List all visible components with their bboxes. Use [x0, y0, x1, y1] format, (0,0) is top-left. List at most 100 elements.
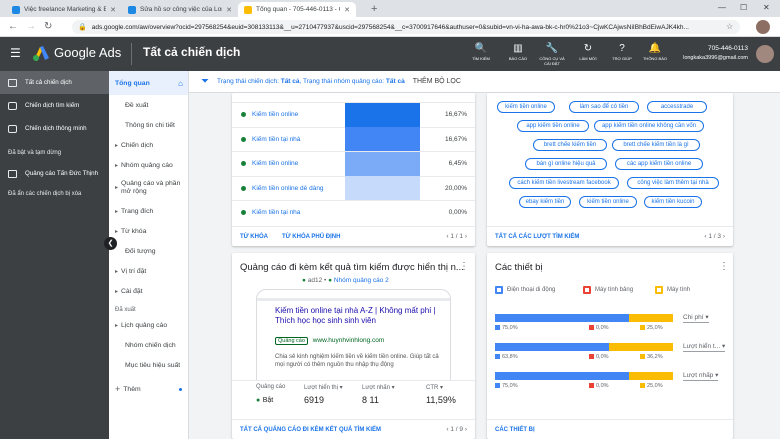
page-menu-item[interactable]: Nhóm chiến dịch	[109, 335, 188, 355]
next-page-icon[interactable]: ›	[723, 233, 725, 240]
page-menu-item[interactable]: Mục tiêu hiệu suất	[109, 355, 188, 375]
keyword-text[interactable]: Kiếm tiền online	[252, 111, 344, 118]
page-menu-item[interactable]: ▸ Cài đặt	[109, 281, 188, 301]
address-bar[interactable]: 🔒 ads.google.com/aw/overview?ocid=297568…	[72, 20, 740, 34]
ad-name[interactable]: ad12	[308, 277, 322, 284]
keywords-link[interactable]: TỪ KHÓA	[240, 234, 268, 240]
hidden-removed-label[interactable]: Đã ẩn các chiến dịch bị xóa	[0, 185, 109, 203]
search-term-chip[interactable]: làm sao để có tiền	[569, 101, 639, 113]
device-metric-selector[interactable]: Lượt nhấp ▾	[683, 371, 719, 381]
page-menu-item[interactable]: Đối tượng	[109, 241, 188, 261]
device-metric-selector[interactable]: Lượt hiển t... ▾	[683, 342, 726, 352]
reports-button[interactable]: ▥ BÁO CÁO	[505, 43, 531, 62]
page-menu-label: Tổng quan	[115, 79, 150, 87]
page-menu-item[interactable]: Thông tin chi tiết	[109, 115, 188, 135]
wrench-button[interactable]: 🔧 CÔNG CỤ VÀ CÀI ĐẶT	[539, 43, 565, 66]
search-term-chip[interactable]: accesstrade	[647, 101, 707, 113]
status-dot-icon	[241, 210, 246, 215]
bookmark-star-icon[interactable]: ☆	[726, 22, 733, 31]
search-term-chip[interactable]: các app kiếm tiền online	[615, 158, 703, 170]
campaign-nav-item[interactable]: Tất cả chiến dịch	[0, 71, 109, 94]
add-filter-button[interactable]: THÊM BỘ LỌC	[413, 78, 461, 85]
page-menu-item[interactable]: ▸ Vị trí đặt	[109, 261, 188, 281]
stat-impressions[interactable]: Lượt hiển thị ▾ 6919	[304, 384, 343, 405]
account-info[interactable]: 705-446-0113 longkaka3996@gmail.com	[676, 45, 748, 61]
stat-clicks[interactable]: Lượt nhấn ▾ 8 11	[362, 384, 395, 405]
search-term-chip[interactable]: công việc làm thêm tại nhà	[627, 177, 719, 189]
page-menu-item[interactable]: Đề xuất	[109, 95, 188, 115]
all-search-ads-link[interactable]: TẤT CẢ QUẢNG CÁO ĐI KÈM KẾT QUẢ TÌM KIẾM	[240, 427, 381, 433]
keyword-text[interactable]: Kiếm tiền online	[252, 160, 344, 167]
collapse-nav-icon[interactable]: ❮	[104, 237, 117, 250]
tab-close-icon[interactable]: ✕	[226, 6, 232, 14]
ad-headline[interactable]: Kiếm tiền online tại nhà A-Z | Không mất…	[275, 306, 443, 326]
browser-tab[interactable]: Việc freelance Marketing & Bán h✕	[6, 2, 122, 17]
all-search-terms-link[interactable]: TẤT CẢ CÁC LƯỢT TÌM KIẾM	[495, 234, 579, 240]
next-page-icon[interactable]: ›	[465, 233, 467, 240]
page-menu-item[interactable]: ▸ Chiến dịch	[109, 135, 188, 155]
negative-keywords-link[interactable]: TỪ KHÓA PHỦ ĐỊNH	[282, 234, 340, 240]
search-term-chip[interactable]: brett chếe kiếm tiền là gì	[612, 139, 700, 151]
prev-page-icon[interactable]: ‹	[446, 426, 448, 433]
search-term-chip[interactable]: kiếm tiền online	[579, 196, 637, 208]
page-menu-item[interactable]: ▸ Lịch quảng cáo	[109, 315, 188, 335]
filter-icon[interactable]: ⏷	[201, 76, 209, 87]
page-menu-item[interactable]: ▸ Trang đích	[109, 201, 188, 221]
more-options-icon[interactable]: ⋮	[719, 261, 729, 272]
tab-close-icon[interactable]: ✕	[344, 6, 350, 14]
account-email: longkaka3996@gmail.com	[683, 55, 748, 61]
search-term-chip[interactable]: bán gì online hiệu quả	[525, 158, 607, 170]
header-button-label: TRỢ GIÚP	[612, 56, 632, 61]
search-term-chip[interactable]: kiếm tiền kucoin	[644, 196, 702, 208]
forward-arrow-icon[interactable]: →	[26, 21, 36, 32]
search-term-chip[interactable]: brett chếe kiếm tiền	[533, 139, 607, 151]
prev-page-icon[interactable]: ‹	[704, 233, 706, 240]
search-term-chip[interactable]: app kiếm tiền online không cần vốn	[594, 120, 704, 132]
page-menu-item[interactable]: Tổng quan ⌂	[109, 71, 188, 95]
keyword-text[interactable]: Kiếm tiền online dễ dàng	[252, 185, 344, 192]
browser-toolbar: ← → ↻ 🔒 ads.google.com/aw/overview?ocid=…	[0, 17, 780, 37]
stat-ctr[interactable]: CTR ▾ 11,59%	[426, 384, 456, 405]
page-menu-item[interactable]: ▸ Quảng cáo và phần mở rộng	[109, 175, 188, 201]
new-tab-icon[interactable]: +	[371, 3, 377, 15]
ad-group-name[interactable]: Nhóm quảng cáo 2	[334, 277, 389, 284]
refresh-button[interactable]: ↻ LÀM MỚI	[575, 43, 601, 62]
reload-icon[interactable]: ↻	[44, 21, 52, 32]
browser-tab[interactable]: Sửa hồ sơ công việc của Long Hu ✕	[122, 2, 238, 17]
stat-ad-status: Quảng cáo ● Bật	[256, 384, 285, 404]
device-share-label: 0,0%	[589, 383, 609, 389]
back-arrow-icon[interactable]: ←	[8, 21, 18, 32]
prev-page-icon[interactable]: ‹	[446, 233, 448, 240]
maximize-icon[interactable]: ☐	[740, 3, 747, 12]
browser-profile-avatar[interactable]	[756, 20, 770, 34]
minimize-icon[interactable]: —	[718, 3, 726, 12]
active-filters[interactable]: Trạng thái chiến dịch: Tất cả, Trạng thá…	[217, 78, 405, 85]
account-avatar[interactable]	[756, 45, 774, 63]
search-term-chip[interactable]: kiếm tiền online	[497, 101, 555, 113]
device-metric-selector[interactable]: Chi phí ▾	[683, 313, 709, 323]
enabled-paused-label[interactable]: Đã bật và tạm dừng	[0, 144, 109, 162]
help-button[interactable]: ? TRỢ GIÚP	[609, 43, 635, 62]
header-button-label: BÁO CÁO	[508, 56, 528, 61]
more-menu-item[interactable]: + Thêm	[109, 379, 188, 399]
browser-tab[interactable]: Tổng quan - 705-446-0113 - Goo ✕	[238, 2, 356, 17]
keyword-text[interactable]: Kiếm tiền tại nhà	[252, 136, 344, 143]
search-term-chip[interactable]: ebay kiếm tiền	[519, 196, 571, 208]
campaign-shop[interactable]: Quảng cáo Tấn Đức Thịnh	[0, 162, 109, 185]
devices-link[interactable]: CÁC THIẾT BỊ	[495, 427, 535, 433]
page-menu-item[interactable]: ▸ Nhóm quảng cáo	[109, 155, 188, 175]
bell-button[interactable]: 🔔 THÔNG BÁO	[642, 43, 668, 62]
search-term-chip[interactable]: cách kiếm tiền livestream facebook	[509, 177, 619, 189]
tab-close-icon[interactable]: ✕	[110, 6, 116, 14]
plus-icon: +	[115, 384, 121, 394]
campaign-nav-item[interactable]: Chiến dịch thông minh	[0, 117, 109, 140]
more-options-icon[interactable]: ⋮	[459, 261, 469, 272]
keyword-text[interactable]: Kiếm tiền tại nha	[252, 209, 344, 216]
page-menu-item[interactable]: ▸ Từ khóa	[109, 221, 188, 241]
window-close-icon[interactable]: ✕	[763, 3, 770, 12]
search-term-chip[interactable]: app kiếm tiền online	[517, 120, 589, 132]
campaign-nav-item[interactable]: Chiến dịch tìm kiếm	[0, 94, 109, 117]
search-button[interactable]: 🔍 TÌM KIẾM	[468, 43, 494, 62]
menu-icon[interactable]: ☰	[10, 46, 21, 60]
next-page-icon[interactable]: ›	[465, 426, 467, 433]
